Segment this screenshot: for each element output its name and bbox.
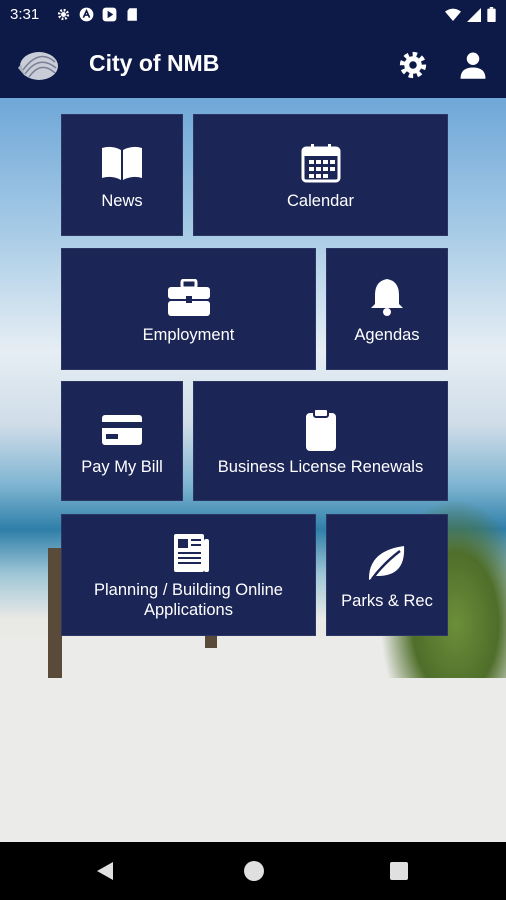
- tile-pay-my-bill[interactable]: Pay My Bill: [61, 381, 183, 501]
- a-badge-icon: [79, 7, 94, 22]
- settings-icon[interactable]: [398, 50, 428, 80]
- gear-icon: [56, 7, 71, 22]
- tile-label: Employment: [142, 326, 235, 344]
- tile-label: Planning / Building Online Applications: [94, 581, 283, 619]
- briefcase-icon: [167, 278, 211, 322]
- credit-card-icon: [101, 414, 143, 451]
- shell-logo: [15, 46, 59, 82]
- tile-employment[interactable]: Employment: [61, 248, 316, 370]
- app-bar: City of NMB: [0, 30, 506, 98]
- tile-agendas[interactable]: Agendas: [326, 248, 448, 370]
- tile-label: Parks & Rec: [341, 592, 433, 610]
- newspaper-icon: [168, 533, 210, 578]
- app-title: City of NMB: [89, 50, 220, 76]
- status-time: 3:31: [10, 6, 40, 23]
- tile-label: Calendar: [287, 192, 354, 210]
- account-icon[interactable]: [458, 50, 488, 80]
- sd-card-icon: [125, 7, 140, 22]
- home-button[interactable]: [244, 861, 264, 881]
- tile-business-license-renewals[interactable]: Business License Renewals: [193, 381, 448, 501]
- signal-icon: [467, 7, 481, 27]
- system-nav-bar: [0, 842, 506, 900]
- battery-icon: [487, 7, 496, 27]
- leaf-icon: [366, 543, 408, 588]
- tile-label: Business License Renewals: [217, 458, 424, 476]
- tile-label: Pay My Bill: [81, 458, 163, 476]
- wifi-icon: [445, 8, 461, 27]
- tile-label: Agendas: [354, 326, 420, 344]
- tile-parks-rec[interactable]: Parks & Rec: [326, 514, 448, 636]
- status-bar: 3:31: [0, 0, 506, 30]
- calendar-icon: [301, 143, 341, 188]
- tile-news[interactable]: News: [61, 114, 183, 236]
- back-button[interactable]: [96, 861, 114, 886]
- clipboard-icon: [305, 408, 337, 457]
- fence-post: [48, 548, 62, 678]
- book-icon: [100, 145, 144, 186]
- tile-label: News: [101, 192, 143, 210]
- recents-button[interactable]: [390, 862, 408, 880]
- tile-planning-building[interactable]: Planning / Building Online Applications: [61, 514, 316, 636]
- play-icon: [102, 7, 117, 22]
- tile-calendar[interactable]: Calendar: [193, 114, 448, 236]
- bell-icon: [369, 277, 405, 322]
